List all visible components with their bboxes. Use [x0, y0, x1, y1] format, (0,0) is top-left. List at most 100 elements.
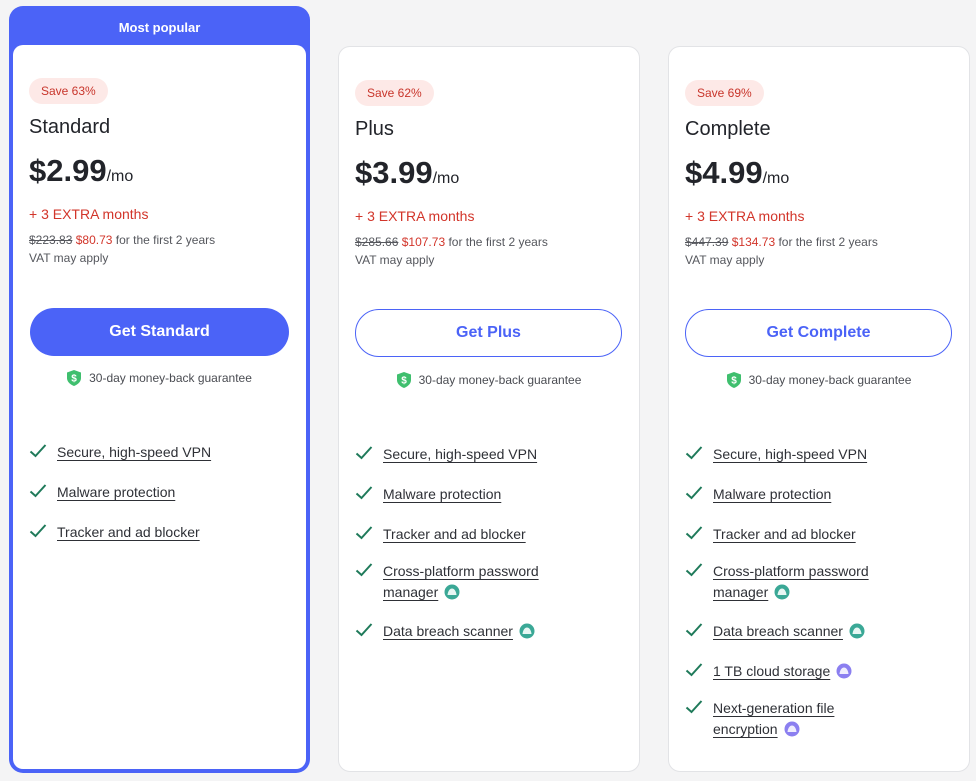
feature-link[interactable]: Next-generation file encryption [713, 700, 834, 737]
plan-name: Complete [685, 118, 771, 140]
plan-price: $4.99/mo [685, 155, 789, 191]
feature-item: Tracker and ad blocker [685, 524, 856, 545]
feature-link[interactable]: Malware protection [57, 482, 175, 503]
feature-item: Data breach scanner [355, 621, 535, 642]
feature-item: 1 TB cloud storage [685, 661, 852, 682]
original-price: $447.39 [685, 235, 729, 249]
feature-link[interactable]: Tracker and ad blocker [383, 524, 526, 545]
file-encryption-addon-icon [784, 721, 800, 737]
checkmark-icon [685, 486, 703, 500]
feature-item: Malware protection [355, 484, 501, 505]
cloud-addon-icon [836, 663, 852, 679]
save-badge: Save 69% [685, 80, 764, 106]
vat-note: VAT may apply [355, 253, 435, 267]
feature-item: Malware protection [685, 484, 831, 505]
checkmark-icon [355, 446, 373, 460]
feature-item: Next-generation file encryption [685, 698, 865, 740]
feature-item: Cross-platform password manager [355, 561, 555, 603]
price-period: /mo [432, 170, 460, 187]
feature-link[interactable]: 1 TB cloud storage [713, 663, 830, 679]
discounted-price: $107.73 [401, 235, 446, 249]
plan-card-standard: Save 63% Standard $2.99/mo + 3 EXTRA mon… [13, 45, 306, 769]
checkmark-icon [685, 563, 703, 577]
get-plus-button[interactable]: Get Plus [355, 309, 622, 357]
price-period: /mo [762, 170, 790, 187]
checkmark-icon [355, 526, 373, 540]
checkmark-icon [355, 563, 373, 577]
most-popular-label: Most popular [118, 20, 201, 35]
plan-name: Plus [355, 118, 394, 140]
extra-months: + 3 EXTRA months [355, 208, 475, 224]
price-amount: $3.99 [355, 155, 433, 190]
plan-name: Standard [29, 116, 111, 138]
checkmark-icon [685, 700, 703, 714]
checkmark-icon [685, 446, 703, 460]
feature-item: Cross-platform password manager [685, 561, 885, 603]
billing-summary: $285.66 $107.73 for the first 2 years [355, 235, 548, 249]
shield-dollar-icon: $ [396, 372, 411, 388]
checkmark-icon [355, 486, 373, 500]
shield-dollar-icon: $ [67, 370, 82, 386]
checkmark-icon [685, 663, 703, 677]
checkmark-icon [29, 444, 47, 458]
feature-link[interactable]: Tracker and ad blocker [57, 522, 200, 543]
svg-text:$: $ [71, 374, 77, 385]
password-manager-addon-icon [444, 584, 460, 600]
feature-item: Tracker and ad blocker [355, 524, 526, 545]
feature-link[interactable]: Malware protection [713, 484, 831, 505]
feature-link[interactable]: Tracker and ad blocker [713, 524, 856, 545]
price-period: /mo [106, 168, 134, 185]
extra-months: + 3 EXTRA months [685, 208, 805, 224]
checkmark-icon [685, 526, 703, 540]
feature-link[interactable]: Malware protection [383, 484, 501, 505]
feature-item: Tracker and ad blocker [29, 522, 200, 543]
guarantee-text: 30-day money-back guarantee [748, 373, 912, 387]
feature-link[interactable]: Data breach scanner [713, 623, 843, 639]
original-price: $285.66 [355, 235, 399, 249]
guarantee-text: 30-day money-back guarantee [89, 371, 252, 385]
vat-note: VAT may apply [685, 253, 765, 267]
shield-dollar-icon: $ [726, 372, 741, 388]
save-badge: Save 63% [29, 78, 108, 104]
get-standard-button[interactable]: Get Standard [30, 308, 289, 356]
get-complete-button[interactable]: Get Complete [685, 309, 952, 357]
feature-item: Data breach scanner [685, 621, 865, 642]
feature-link[interactable]: Cross-platform password manager [713, 563, 869, 600]
plan-card-complete: Save 69% Complete $4.99/mo + 3 EXTRA mon… [668, 46, 970, 772]
plan-price: $2.99/mo [29, 153, 133, 189]
breach-scanner-addon-icon [849, 623, 865, 639]
feature-link[interactable]: Secure, high-speed VPN [713, 444, 867, 465]
checkmark-icon [29, 484, 47, 498]
price-amount: $2.99 [29, 153, 107, 188]
feature-item: Secure, high-speed VPN [685, 444, 867, 465]
billing-period: for the first 2 years [112, 233, 216, 247]
svg-text:$: $ [731, 376, 737, 387]
plan-card-plus: Save 62% Plus $3.99/mo + 3 EXTRA months … [338, 46, 640, 772]
breach-scanner-addon-icon [519, 623, 535, 639]
price-amount: $4.99 [685, 155, 763, 190]
extra-months: + 3 EXTRA months [29, 206, 149, 222]
feature-item: Secure, high-speed VPN [29, 442, 211, 463]
discounted-price: $80.73 [75, 233, 113, 247]
checkmark-icon [355, 623, 373, 637]
plan-price: $3.99/mo [355, 155, 459, 191]
money-back-guarantee: $ 30-day money-back guarantee [13, 370, 306, 386]
billing-period: for the first 2 years [775, 235, 878, 249]
password-manager-addon-icon [774, 584, 790, 600]
discounted-price: $134.73 [731, 235, 776, 249]
billing-summary: $223.83 $80.73 for the first 2 years [29, 233, 215, 247]
money-back-guarantee: $ 30-day money-back guarantee [339, 372, 639, 388]
feature-link[interactable]: Secure, high-speed VPN [383, 444, 537, 465]
feature-item: Malware protection [29, 482, 175, 503]
guarantee-text: 30-day money-back guarantee [418, 373, 582, 387]
feature-link[interactable]: Data breach scanner [383, 623, 513, 639]
svg-text:$: $ [401, 376, 407, 387]
vat-note: VAT may apply [29, 251, 109, 265]
billing-summary: $447.39 $134.73 for the first 2 years [685, 235, 878, 249]
billing-period: for the first 2 years [445, 235, 548, 249]
checkmark-icon [29, 524, 47, 538]
feature-item: Secure, high-speed VPN [355, 444, 537, 465]
checkmark-icon [685, 623, 703, 637]
feature-link[interactable]: Secure, high-speed VPN [57, 442, 211, 463]
feature-link[interactable]: Cross-platform password manager [383, 563, 539, 600]
